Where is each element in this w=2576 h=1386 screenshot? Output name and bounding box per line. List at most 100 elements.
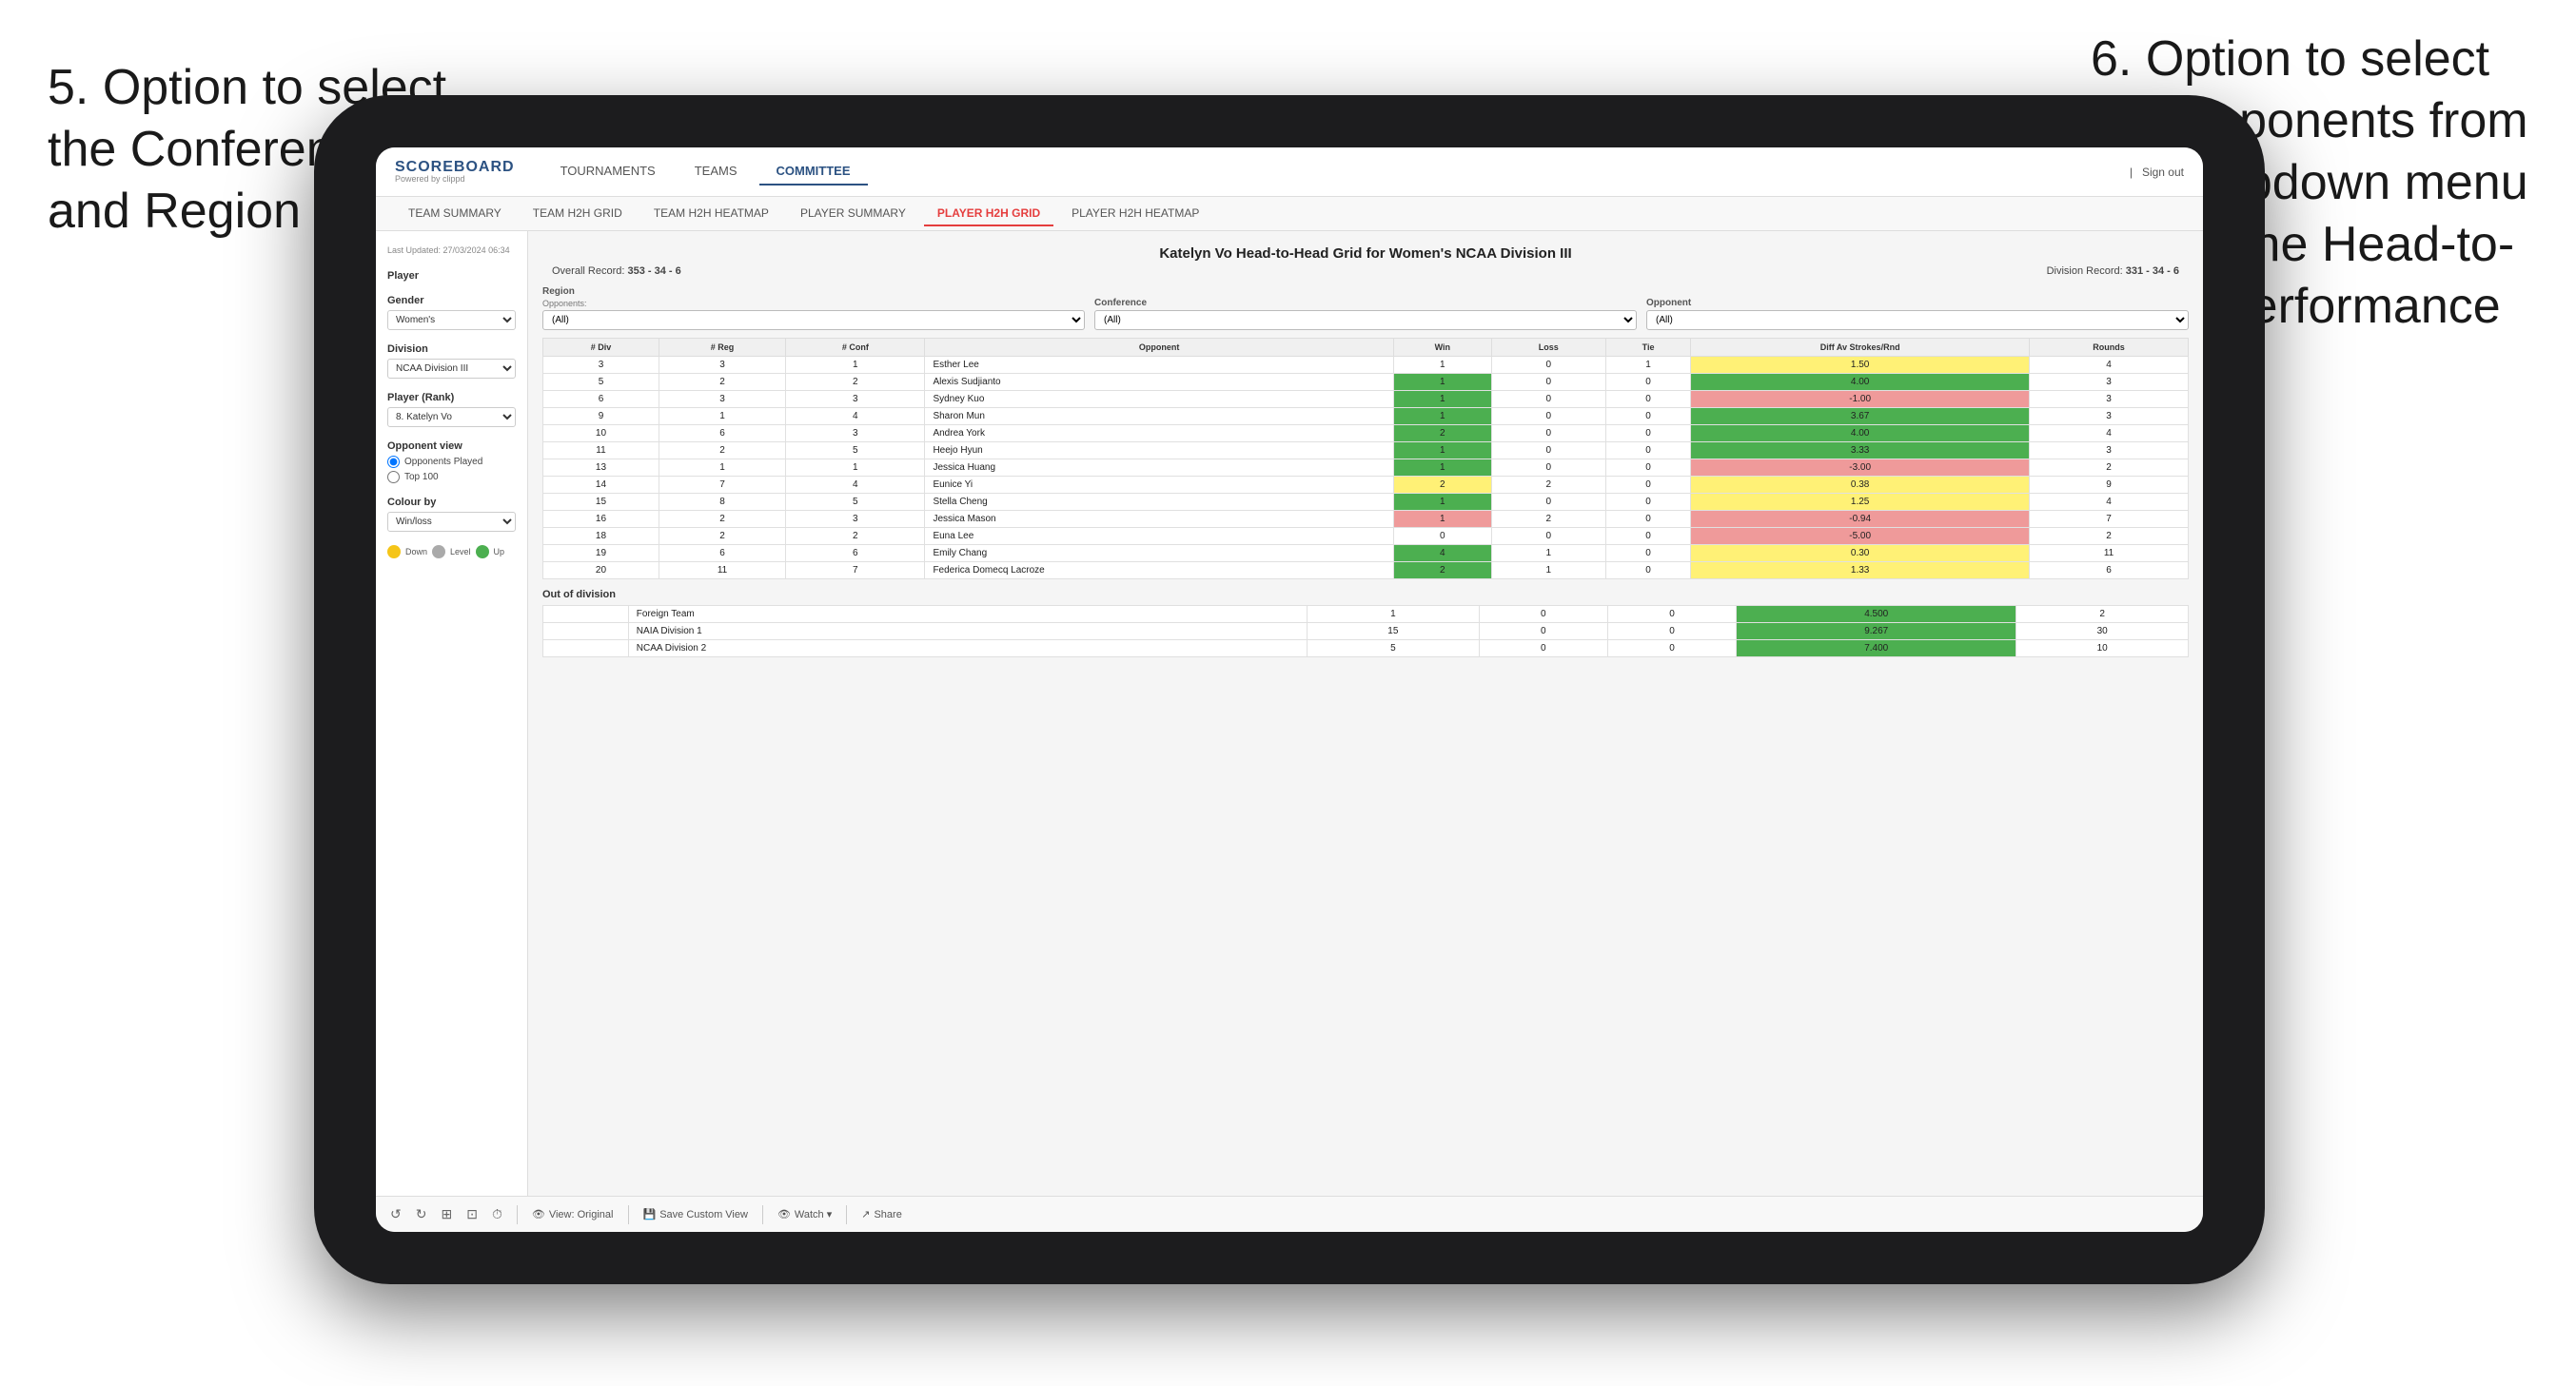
radio-top-100[interactable]: Top 100 <box>387 471 516 483</box>
table-cell: 0 <box>1393 528 1491 545</box>
table-cell: 3 <box>659 357 785 374</box>
ood-table-cell: 5 <box>1308 640 1480 657</box>
opponent-view-radio-group: Opponents Played Top 100 <box>387 456 516 483</box>
table-cell: 1.25 <box>1691 494 2030 511</box>
table-cell: 7 <box>786 562 925 579</box>
ood-table-row: NAIA Division 115009.26730 <box>543 623 2189 640</box>
toolbar-sep-1 <box>517 1205 518 1224</box>
sub-tab-player-h2h-grid[interactable]: PLAYER H2H GRID <box>924 202 1053 226</box>
table-cell: 0 <box>1605 528 1690 545</box>
colour-by-select[interactable]: Win/loss <box>387 512 516 532</box>
redo-icon[interactable]: ↻ <box>416 1206 427 1222</box>
region-filter-group: Region Opponents: (All) <box>542 286 1085 330</box>
table-cell: -1.00 <box>1691 391 2030 408</box>
table-cell: 0 <box>1491 357 1605 374</box>
table-cell: 1 <box>659 408 785 425</box>
table-cell: 11 <box>543 442 659 459</box>
table-cell: 2 <box>1491 477 1605 494</box>
watch-icon: 👁 <box>777 1208 791 1220</box>
table-cell: 14 <box>543 477 659 494</box>
col-header-diff: Diff Av Strokes/Rnd <box>1691 339 2030 357</box>
table-cell: 0 <box>1605 562 1690 579</box>
opponent-filter-group: Opponent (All) <box>1646 298 2189 330</box>
sign-out-link[interactable]: Sign out <box>2142 166 2184 179</box>
ood-table-cell: 15 <box>1308 623 1480 640</box>
data-area: Katelyn Vo Head-to-Head Grid for Women's… <box>528 231 2203 1196</box>
table-cell: 7 <box>659 477 785 494</box>
undo-icon[interactable]: ↺ <box>390 1206 402 1222</box>
ood-table-cell: 30 <box>2016 623 2189 640</box>
legend-label-level: Level <box>450 547 471 556</box>
table-row: 1623Jessica Mason120-0.947 <box>543 511 2189 528</box>
radio-opponents-played[interactable]: Opponents Played <box>387 456 516 468</box>
copy-icon[interactable]: ⊞ <box>441 1206 452 1222</box>
col-header-reg: # Reg <box>659 339 785 357</box>
sidebar-colour-by-section: Colour by Win/loss <box>387 497 516 532</box>
clock-icon[interactable]: ⏱ <box>492 1206 502 1222</box>
nav-tabs-top: TOURNAMENTS TEAMS COMMITTEE <box>543 158 2130 185</box>
table-cell: 3 <box>786 511 925 528</box>
watch-btn[interactable]: 👁 Watch ▾ <box>777 1208 832 1220</box>
sidebar-division-section: Division NCAA Division III <box>387 343 516 379</box>
sidebar-division-label: Division <box>387 343 516 355</box>
ood-table-row: Foreign Team1004.5002 <box>543 606 2189 623</box>
table-cell: Alexis Sudjianto <box>925 374 1393 391</box>
table-cell: 0 <box>1605 408 1690 425</box>
table-cell: 0 <box>1605 511 1690 528</box>
table-cell: 6 <box>786 545 925 562</box>
nav-tab-teams[interactable]: TEAMS <box>678 158 755 185</box>
table-cell: 1.33 <box>1691 562 2030 579</box>
table-cell: 6 <box>2030 562 2189 579</box>
save-custom-view-label: Save Custom View <box>659 1209 748 1220</box>
division-select[interactable]: NCAA Division III <box>387 359 516 379</box>
ood-table-cell: 0 <box>1479 623 1607 640</box>
nav-tab-tournaments[interactable]: TOURNAMENTS <box>543 158 673 185</box>
opponent-select[interactable]: (All) <box>1646 310 2189 330</box>
table-cell: 20 <box>543 562 659 579</box>
region-select[interactable]: (All) <box>542 310 1085 330</box>
share-label: Share <box>874 1209 901 1220</box>
sidebar-player-label: Player <box>387 270 516 282</box>
table-cell: Andrea York <box>925 425 1393 442</box>
table-cell: Heejo Hyun <box>925 442 1393 459</box>
logo-main: SCOREBOARD <box>395 160 515 175</box>
conference-select[interactable]: (All) <box>1094 310 1637 330</box>
paste-icon[interactable]: ⊡ <box>466 1206 478 1222</box>
ood-table-cell: 1 <box>1308 606 1480 623</box>
sub-tab-player-h2h-heatmap[interactable]: PLAYER H2H HEATMAP <box>1058 202 1212 226</box>
table-cell: 0 <box>1605 391 1690 408</box>
share-btn[interactable]: ↗ Share <box>861 1208 902 1220</box>
table-cell: 0 <box>1605 459 1690 477</box>
sidebar-player-section: Player <box>387 270 516 282</box>
table-cell: 1 <box>1393 459 1491 477</box>
gender-select[interactable]: Women's <box>387 310 516 330</box>
table-row: 914Sharon Mun1003.673 <box>543 408 2189 425</box>
toolbar-sep-3 <box>762 1205 763 1224</box>
table-cell: Sydney Kuo <box>925 391 1393 408</box>
conference-filter-group: Conference (All) <box>1094 298 1637 330</box>
table-cell: 6 <box>659 545 785 562</box>
table-cell: 9 <box>2030 477 2189 494</box>
sidebar: Last Updated: 27/03/2024 06:34 Player Ge… <box>376 231 528 1196</box>
view-original-btn[interactable]: 👁 View: Original <box>532 1208 614 1220</box>
table-cell: 0 <box>1491 528 1605 545</box>
sub-tab-team-summary[interactable]: TEAM SUMMARY <box>395 202 515 226</box>
app-logo: SCOREBOARD Powered by clippd <box>395 160 515 184</box>
table-cell: 0 <box>1491 459 1605 477</box>
player-rank-select[interactable]: 8. Katelyn Vo <box>387 407 516 427</box>
nav-tab-committee[interactable]: COMMITTEE <box>759 158 868 185</box>
sub-tab-player-summary[interactable]: PLAYER SUMMARY <box>787 202 919 226</box>
table-cell: 1 <box>1393 511 1491 528</box>
header-right: | Sign out <box>2130 166 2184 179</box>
table-cell: 5 <box>786 442 925 459</box>
sub-tab-team-h2h-grid[interactable]: TEAM H2H GRID <box>520 202 636 226</box>
sub-tab-team-h2h-heatmap[interactable]: TEAM H2H HEATMAP <box>640 202 782 226</box>
ood-table-cell: 2 <box>2016 606 2189 623</box>
col-header-conf: # Conf <box>786 339 925 357</box>
table-cell: 1 <box>1393 408 1491 425</box>
table-cell: 1 <box>786 459 925 477</box>
save-custom-view-btn[interactable]: 💾 Save Custom View <box>643 1208 748 1220</box>
table-cell: 8 <box>659 494 785 511</box>
table-cell: 11 <box>659 562 785 579</box>
table-cell: 16 <box>543 511 659 528</box>
